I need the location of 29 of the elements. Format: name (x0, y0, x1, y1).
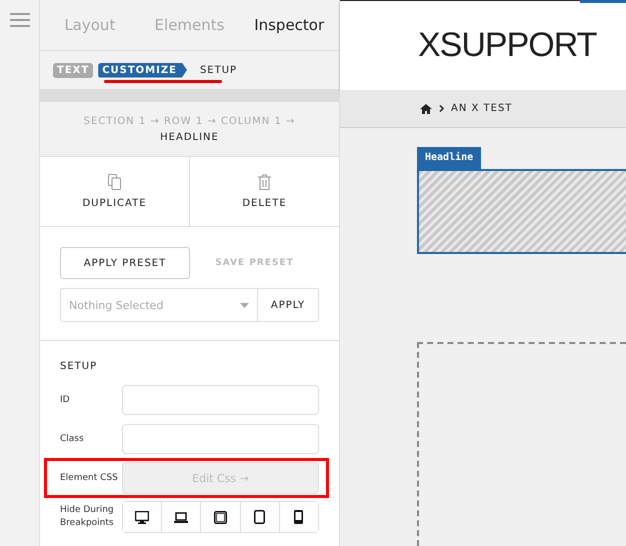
trash-icon (258, 174, 271, 190)
copy-icon (108, 174, 121, 190)
breakpoint-toggle[interactable] (278, 502, 318, 532)
laptop-icon (174, 512, 188, 522)
tablet-icon (214, 510, 227, 524)
field-label: Element CSS (60, 472, 119, 484)
site-title: XSUPPORT (418, 26, 596, 65)
apply-preset-button[interactable]: APPLY PRESET (60, 247, 190, 279)
field-label: Hide During Breakpoints (60, 504, 115, 530)
field-label: Class (60, 432, 85, 446)
element-label-tab[interactable]: Headline (417, 147, 482, 169)
panel-tab[interactable]: Inspector (239, 0, 340, 50)
headline-placeholder[interactable] (417, 169, 626, 254)
element-name: HEADLINE (159, 131, 220, 145)
customize-chip[interactable]: CUSTOMIZE (98, 62, 187, 78)
dropdown-caret-icon (240, 302, 249, 308)
monitor-icon (135, 510, 150, 524)
breadcrumb-text: AN X TEST (451, 103, 512, 114)
tablet-icon (254, 510, 266, 524)
text-input[interactable] (122, 424, 319, 454)
field-label: ID (60, 394, 71, 406)
home-icon[interactable] (420, 104, 432, 114)
phone-icon (294, 510, 304, 524)
menu-icon[interactable] (10, 13, 30, 27)
chevron-icon (439, 105, 444, 112)
element-path: SECTION 1 → ROW 1 → COLUMN 1 → (82, 115, 296, 129)
text-input[interactable] (122, 385, 319, 415)
setup-crumb[interactable]: SETUP (200, 64, 238, 76)
section-title: SETUP (60, 361, 98, 372)
